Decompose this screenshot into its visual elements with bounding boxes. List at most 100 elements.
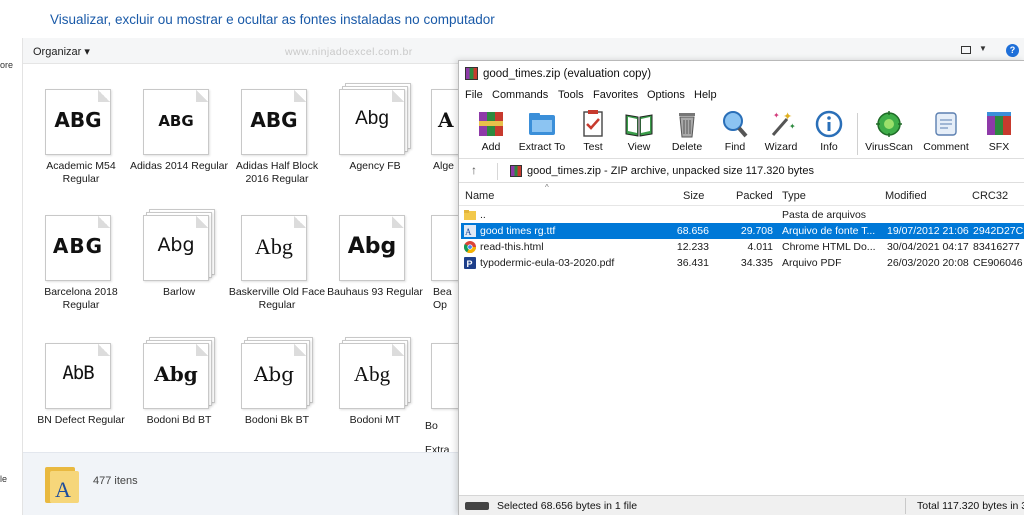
font-tile[interactable]: Abg Agency FB [325, 80, 425, 198]
view-options-arrow-icon[interactable]: ▼ [979, 44, 987, 53]
font-sample: Abg [355, 108, 389, 129]
column-size[interactable]: Size [683, 190, 704, 202]
font-tile[interactable]: Abg Bodoni MT [325, 334, 425, 452]
column-modified[interactable]: Modified [885, 190, 927, 202]
font-sample: Abg [154, 362, 198, 386]
font-name-label: Adidas Half Block 2016 Regular [235, 160, 319, 185]
menu-commands[interactable]: Commands [492, 89, 548, 101]
file-list-header: ^ Name Size Packed Type Modified CRC32 [459, 183, 1024, 206]
sfx-button[interactable]: SFX [981, 109, 1017, 153]
font-name-label: Bodoni MT [349, 414, 401, 426]
wizard-button[interactable]: ✦ ✦ ✦ Wizard [761, 109, 801, 153]
organize-menu[interactable]: Organizar ▾ [33, 45, 90, 58]
virusscan-button[interactable]: VirusScan [863, 109, 915, 153]
status-divider [905, 498, 906, 514]
font-tile[interactable]: ABG Barcelona 2018 Regular [31, 206, 131, 324]
font-family-icon: Abg [241, 337, 313, 409]
sort-caret-icon: ^ [545, 183, 549, 192]
font-file-icon: A [431, 83, 459, 155]
screen: Visualizar, excluir ou mostrar e ocultar… [0, 0, 1024, 515]
winrar-icon [465, 67, 478, 80]
font-family-icon: Abg [339, 337, 411, 409]
font-tile[interactable]: ABG Adidas 2014 Regular [129, 80, 229, 198]
help-icon[interactable]: ? [1006, 44, 1019, 57]
add-label: Add [481, 141, 501, 153]
menu-tools[interactable]: Tools [558, 89, 584, 101]
side-text-fragment: ore [0, 60, 14, 70]
font-file-icon: A [464, 225, 476, 237]
archive-path[interactable]: good_times.zip - ZIP archive, unpacked s… [527, 165, 814, 177]
page-heading-link[interactable]: Visualizar, excluir ou mostrar e ocultar… [50, 12, 495, 27]
view-mode-icon[interactable] [961, 46, 971, 54]
file-row[interactable]: read-this.html 12.233 4.011 Chrome HTML … [461, 239, 1024, 255]
svg-text:✦: ✦ [789, 122, 796, 131]
delete-button[interactable]: Delete [667, 109, 707, 153]
font-name-label: BN Defect Regular [37, 414, 125, 426]
watermark: www.ninjadoexcel.com.br [285, 46, 413, 58]
archive-icon [510, 165, 522, 177]
file-type: Chrome HTML Do... [782, 241, 876, 253]
drive-icon [465, 502, 489, 510]
svg-text:A: A [465, 227, 472, 237]
test-button[interactable]: Test [575, 109, 611, 153]
up-folder-icon[interactable]: ↑ [471, 163, 477, 177]
font-tile[interactable]: A Alge [423, 80, 459, 198]
folder-extract-icon [526, 109, 558, 139]
font-file-icon: ABG [45, 209, 117, 281]
font-tile[interactable]: AbB BN Defect Regular [31, 334, 131, 452]
column-crc32[interactable]: CRC32 [972, 190, 1008, 202]
column-type[interactable]: Type [782, 190, 806, 202]
font-tile[interactable]: Bea Op [423, 206, 459, 324]
info-button[interactable]: Info [811, 109, 847, 153]
font-tile[interactable]: Abg Bodoni Bd BT [129, 334, 229, 452]
font-sample: Abg [347, 234, 397, 259]
font-name-label: Bodoni Bd BT [146, 414, 212, 426]
menu-file[interactable]: File [465, 89, 483, 101]
file-row[interactable]: P typodermic-eula-03-2020.pdf 36.431 34.… [461, 255, 1024, 271]
info-icon [813, 109, 845, 139]
view-button[interactable]: View [621, 109, 657, 153]
column-name[interactable]: Name [465, 190, 494, 202]
menu-help[interactable]: Help [694, 89, 717, 101]
file-row-selected[interactable]: A good times rg.ttf 68.656 29.708 Arquiv… [461, 223, 1024, 239]
address-divider [497, 163, 498, 180]
font-tile[interactable]: ABG Academic M54 Regular [31, 80, 131, 198]
file-row[interactable]: .. Pasta de arquivos [461, 207, 1024, 223]
fonts-folder-icon: A [45, 463, 79, 503]
font-tile[interactable]: Bo Extra [423, 334, 459, 452]
archive-window: good_times.zip (evaluation copy) File Co… [458, 60, 1024, 515]
menu-favorites[interactable]: Favorites [593, 89, 638, 101]
font-sample: ABG [250, 108, 298, 132]
add-button[interactable]: Add [473, 109, 509, 153]
magic-wand-icon: ✦ ✦ ✦ [765, 109, 797, 139]
font-tile[interactable]: ABG Adidas Half Block 2016 Regular [227, 80, 327, 198]
font-name-label: Adidas 2014 Regular [129, 160, 229, 172]
title-bar[interactable]: good_times.zip (evaluation copy) [459, 61, 1024, 87]
font-tile[interactable]: Abg Bodoni Bk BT [227, 334, 327, 452]
sfx-label: SFX [988, 141, 1010, 153]
side-text-fragment: le [0, 474, 8, 484]
svg-text:✦: ✦ [773, 111, 780, 120]
file-name: good times rg.ttf [480, 225, 556, 237]
file-modified: 30/04/2021 04:17 [887, 241, 969, 253]
file-size: 68.656 [676, 225, 709, 237]
trash-icon [671, 109, 703, 139]
font-sample: ABG [158, 112, 194, 130]
font-tile[interactable]: Abg Baskerville Old Face Regular [227, 206, 327, 324]
column-packed[interactable]: Packed [736, 190, 773, 202]
font-tile[interactable]: Abg Bauhaus 93 Regular [325, 206, 425, 324]
font-tile[interactable]: Abg Barlow [129, 206, 229, 324]
find-button[interactable]: Find [717, 109, 753, 153]
virusscan-label: VirusScan [865, 141, 913, 153]
clipboard-check-icon [577, 109, 609, 139]
menu-options[interactable]: Options [647, 89, 685, 101]
font-file-icon: ABG [45, 83, 117, 155]
font-file-icon: Abg [339, 209, 411, 281]
file-name: read-this.html [480, 241, 544, 253]
font-sample: Abg [255, 234, 293, 259]
total-status: Total 117.320 bytes in 3 [917, 500, 1024, 512]
comment-button[interactable]: Comment [921, 109, 971, 153]
extract-to-button[interactable]: Extract To [517, 109, 567, 153]
address-bar: ↑ good_times.zip - ZIP archive, unpacked… [459, 160, 1024, 183]
chrome-icon [464, 241, 476, 253]
